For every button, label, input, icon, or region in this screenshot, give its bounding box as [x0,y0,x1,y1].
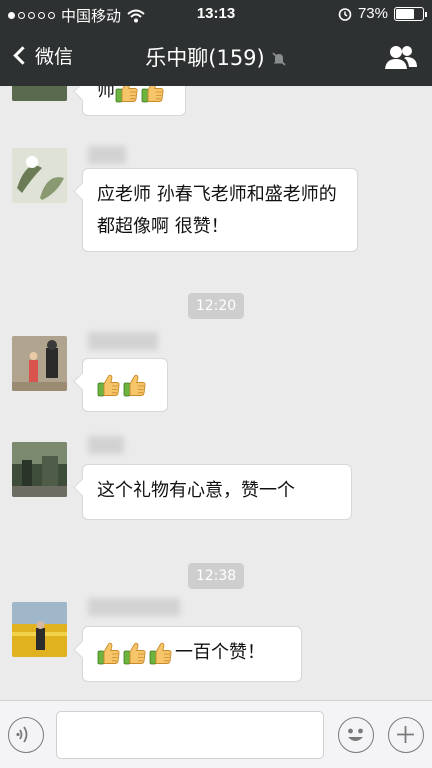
chat-title: 乐中聊(159) [0,42,432,72]
chat-title-text: 乐中聊(159) [145,46,265,70]
plus-button[interactable] [388,717,424,753]
thumbs-up-emoji [123,641,147,665]
thumbs-up-emoji [123,373,147,397]
status-bar: 中国移动 13:13 73% [0,0,432,28]
message-text: 师 [97,86,115,101]
battery-icon [394,6,427,21]
message-text: 一百个赞！ [175,642,265,663]
status-right: 73% [338,5,427,22]
message-bubble[interactable]: 这个礼物有心意，赞一个 [82,464,352,520]
voice-icon [16,726,28,743]
message-bubble[interactable]: 一百个赞！ [82,626,302,682]
timestamp-badge: 12:20 [188,293,244,319]
plus-icon [397,726,414,743]
voice-button[interactable] [8,717,44,753]
smile-icon [348,728,363,741]
sender-name [88,146,126,164]
avatar[interactable] [12,602,67,657]
battery-percent: 73% [357,5,388,22]
emoji-button[interactable] [338,717,374,753]
thumbs-up-emoji [149,641,173,665]
message-bubble[interactable]: 应老师 孙春飞老师和盛老师的都超像啊 很赞！ [82,168,358,252]
nav-bar: 微信 乐中聊(159) [0,28,432,86]
sender-name [88,436,124,454]
thumbs-up-emoji [97,641,121,665]
thumbs-up-emoji [97,373,121,397]
thumbs-up-emoji [115,86,139,103]
battery-level [396,8,414,19]
avatar[interactable] [12,336,67,391]
message-input[interactable] [56,711,324,759]
thumbs-up-emoji [141,86,165,103]
group-people-icon[interactable] [384,44,418,70]
message-text: 这个礼物有心意，赞一个 [97,480,295,501]
sender-name [88,598,180,616]
avatar[interactable] [12,86,67,101]
message-bubble[interactable] [82,358,168,412]
avatar[interactable] [12,442,67,497]
timestamp-badge: 12:38 [188,563,244,589]
message-text: 应老师 孙春飞老师和盛老师的都超像啊 很赞！ [97,184,337,237]
sender-name [88,332,158,350]
avatar[interactable] [12,148,67,203]
input-bar [0,700,432,768]
alarm-icon [338,7,352,21]
chat-area[interactable]: 师 应老师 孙春飞老师和盛老师的都超像啊 很赞！ 12:20 这个礼物有心意，赞… [0,86,432,700]
message-bubble[interactable]: 师 [82,86,186,116]
bell-muted-icon [272,52,286,66]
